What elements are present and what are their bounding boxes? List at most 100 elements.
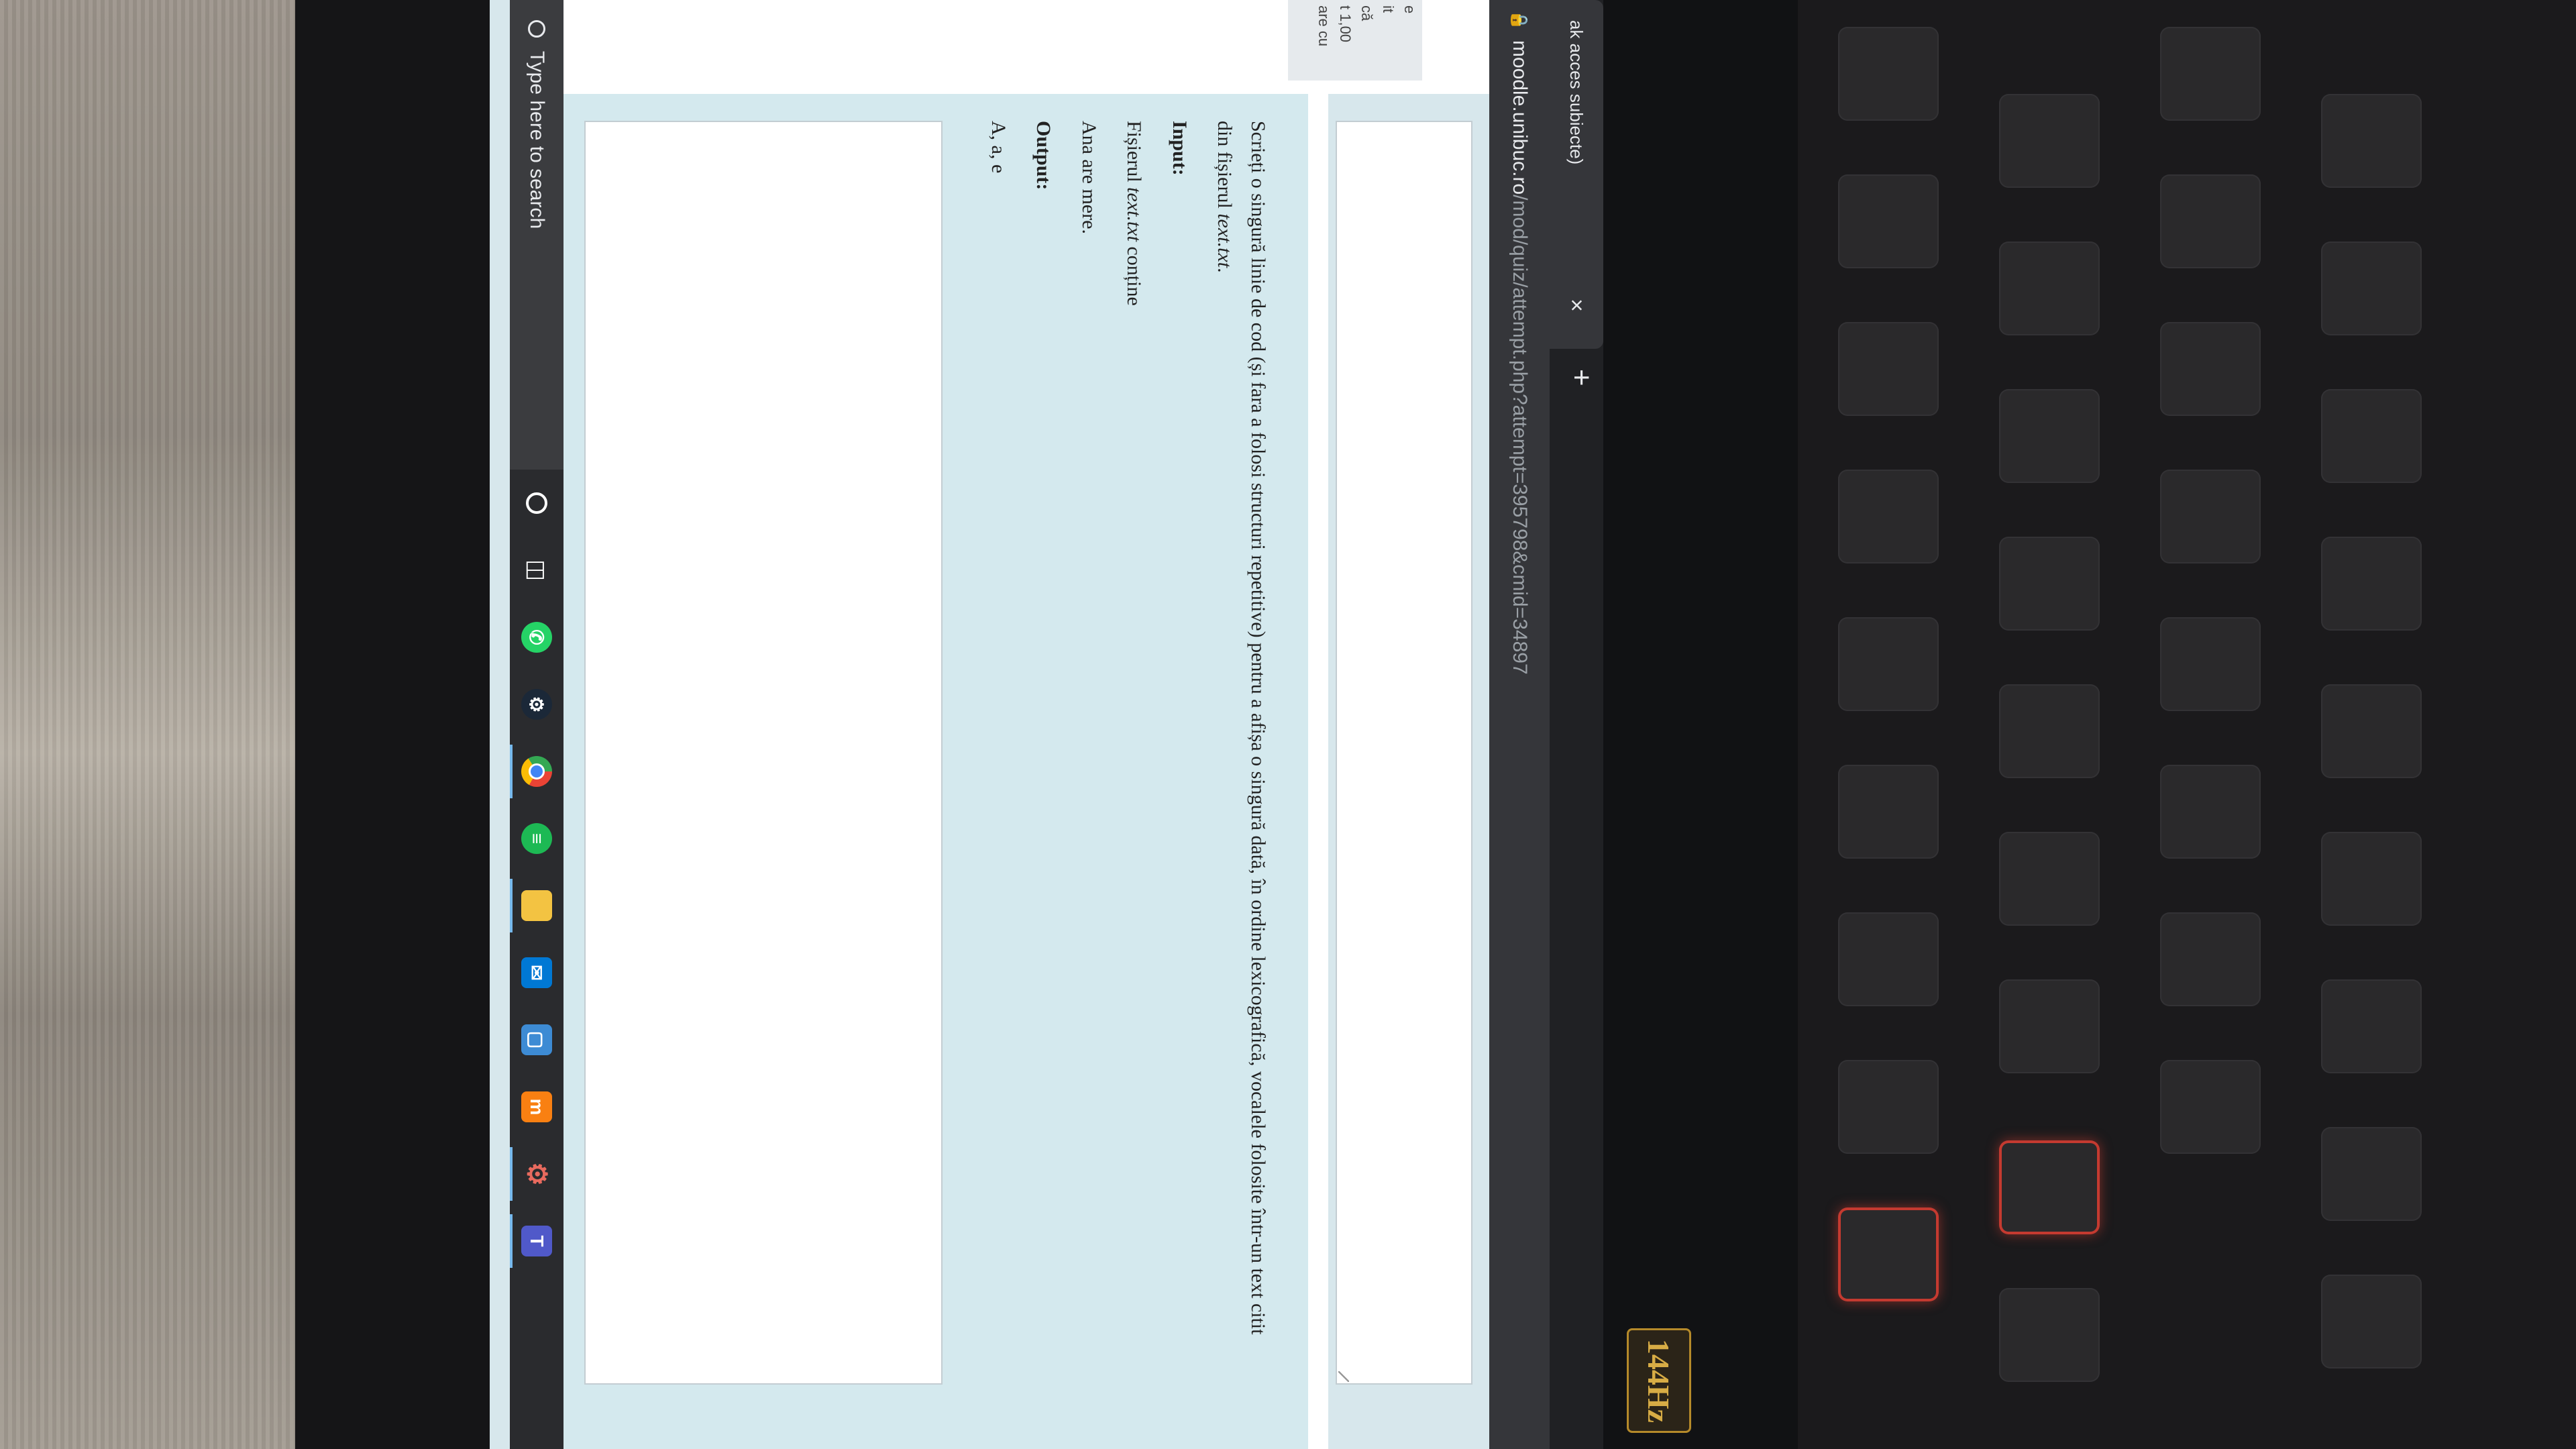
taskbar-search-box[interactable]: Type here to search	[510, 0, 564, 470]
keyboard-key	[1999, 979, 2100, 1073]
cortana-icon	[526, 492, 547, 514]
sidebar-fragment: t 1,00	[1337, 5, 1354, 43]
codeblocks-icon: ▢	[521, 1024, 552, 1055]
output-label: Output:	[1032, 121, 1055, 191]
lock-icon[interactable]: 🔒	[1510, 0, 1529, 40]
browser-tab-bar: ak acces subiecte) × +	[1550, 0, 1603, 1449]
input-prefix: Fișierul	[1123, 121, 1146, 188]
search-placeholder: Type here to search	[526, 51, 548, 229]
keyboard-key	[2160, 765, 2261, 859]
monitor-bezel-right	[1603, 0, 1798, 1449]
keyboard-key	[1838, 27, 1939, 121]
spotify-button[interactable]: ≡	[510, 805, 564, 872]
new-tab-button[interactable]: +	[1564, 369, 1598, 386]
whatsapp-button[interactable]: ✆	[510, 604, 564, 671]
settings-gear-button[interactable]: ⚙	[510, 1140, 564, 1208]
keyboard-key	[1838, 617, 1939, 711]
sidebar-fragment: are cu	[1316, 5, 1332, 47]
mail-button[interactable]: ✉	[510, 939, 564, 1006]
monitor-bezel-left	[295, 0, 496, 1449]
laptop-keyboard	[1798, 0, 2576, 1449]
answer-textarea[interactable]	[584, 121, 943, 1385]
keyboard-key	[1838, 765, 1939, 859]
keyboard-key	[1999, 389, 2100, 483]
keyboard-key	[2321, 94, 2422, 188]
keyboard-key	[1838, 322, 1939, 416]
settings-gear-icon: ⚙	[522, 1162, 551, 1186]
output-example: A, a, e	[987, 121, 1010, 174]
filename: text.txt	[1214, 213, 1236, 268]
question-panel: Scrieți o singură linie de cod (și fara …	[564, 94, 1308, 1449]
codeblocks-button[interactable]: ▢	[510, 1006, 564, 1073]
file-explorer-button[interactable]	[510, 872, 564, 939]
task-view-button[interactable]: ◫	[510, 537, 564, 604]
sidebar-fragment: e	[1401, 5, 1418, 14]
background-curtain	[0, 0, 315, 1449]
question-line-2-prefix: din fișierul	[1214, 121, 1236, 214]
keyboard-key	[1999, 537, 2100, 631]
teams-button[interactable]: T	[510, 1208, 564, 1275]
question-text: Scrieți o singură linie de cod (și fara …	[970, 121, 1275, 1395]
browser-toolbar: 🔒 moodle.unibuc.ro/mod/quiz/attempt.php?…	[1489, 0, 1550, 1449]
mail-icon: ✉	[521, 957, 552, 988]
input-suffix: conține	[1123, 241, 1146, 306]
url-path: /mod/quiz/attempt.php?attempt=395798&cmi…	[1509, 195, 1531, 675]
refresh-rate-sticker: 144Hz	[1627, 1328, 1691, 1433]
search-icon	[528, 20, 545, 38]
address-bar[interactable]: moodle.unibuc.ro/mod/quiz/attempt.php?at…	[1508, 40, 1531, 675]
browser-tab[interactable]: ak acces subiecte) ×	[1550, 0, 1603, 349]
chrome-icon	[521, 756, 552, 787]
steam-icon: ⚙	[521, 689, 552, 720]
cortana-button[interactable]	[510, 470, 564, 537]
resize-grip-icon[interactable]	[1338, 1371, 1349, 1382]
moodle-button[interactable]: m	[510, 1073, 564, 1140]
keyboard-key	[1838, 1208, 1939, 1301]
keyboard-key	[1838, 174, 1939, 268]
question-line-2-suffix: .	[1214, 268, 1236, 273]
tab-close-icon[interactable]: ×	[1564, 288, 1590, 322]
keyboard-key	[1999, 94, 2100, 188]
keyboard-key	[1838, 1060, 1939, 1154]
teams-icon: T	[521, 1226, 552, 1256]
input-label: Input:	[1169, 121, 1191, 176]
file-explorer-icon	[521, 890, 552, 921]
sidebar-fragment: it	[1380, 5, 1397, 13]
steam-button[interactable]: ⚙	[510, 671, 564, 738]
keyboard-key	[2160, 1060, 2261, 1154]
keyboard-key	[2160, 470, 2261, 564]
tab-title: ak acces subiecte)	[1566, 20, 1587, 165]
whatsapp-icon: ✆	[521, 622, 552, 653]
input-example: Ana are mere.	[1078, 121, 1100, 235]
sticker-text: 144Hz	[1642, 1338, 1676, 1423]
input-filename: text.txt	[1123, 187, 1146, 241]
keyboard-key	[2160, 174, 2261, 268]
keyboard-key	[1999, 241, 2100, 335]
task-view-icon: ◫	[524, 559, 549, 582]
keyboard-key	[2160, 27, 2261, 121]
keyboard-key	[2321, 1127, 2422, 1221]
url-domain: moodle.unibuc.ro	[1509, 40, 1531, 195]
keyboard-key	[2160, 912, 2261, 1006]
question-info-sidebar: e it că t 1,00 are cu	[1288, 0, 1422, 80]
keyboard-key	[2321, 979, 2422, 1073]
spotify-icon: ≡	[521, 823, 552, 854]
page-content: e it că t 1,00 are cu Scrieți o singură …	[564, 0, 1489, 1449]
keyboard-key	[1999, 832, 2100, 926]
keyboard-key	[1838, 470, 1939, 564]
sidebar-fragment: că	[1358, 5, 1375, 21]
keyboard-key	[1838, 912, 1939, 1006]
keyboard-key	[2321, 241, 2422, 335]
keyboard-key	[1999, 1288, 2100, 1382]
moodle-icon: m	[521, 1091, 552, 1122]
previous-question-panel	[1328, 94, 1489, 1449]
previous-answer-textarea[interactable]	[1336, 121, 1472, 1385]
keyboard-key	[2321, 684, 2422, 778]
laptop-screen: ak acces subiecte) × + 🔒 moodle.unibuc.r…	[490, 0, 1603, 1449]
windows-taskbar: Type here to search ◫ ✆ ⚙ ≡ ✉ ▢ m ⚙ T	[510, 0, 564, 1449]
keyboard-key	[1999, 684, 2100, 778]
keyboard-key	[2160, 617, 2261, 711]
chrome-button[interactable]	[510, 738, 564, 805]
keyboard-key	[2321, 832, 2422, 926]
question-line-1: Scrieți o singură linie de cod (și fara …	[1247, 121, 1269, 1335]
keyboard-key	[2160, 322, 2261, 416]
